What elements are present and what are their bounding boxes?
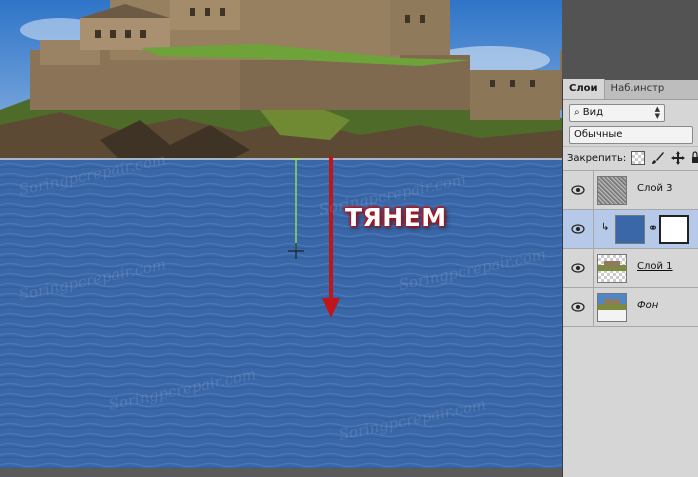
blend-mode-dropdown[interactable]: Обычные (569, 126, 693, 144)
layer-row-layer3[interactable]: Слой 3 (563, 170, 698, 210)
layers-panel: Слои Наб.инстр ⌕ Вид ▲ ▼ Обычные Закрепит… (562, 79, 698, 477)
layer-row-background[interactable]: Фон (563, 287, 698, 327)
layer-name[interactable]: Фон (637, 300, 658, 311)
mask-thumbnail[interactable] (659, 215, 689, 244)
clip-arrow-icon: ↳ (601, 222, 610, 233)
layer-filter-dropdown[interactable]: ⌕ Вид ▲ ▼ (569, 104, 665, 122)
updown-arrows-icon: ▲ ▼ (654, 105, 660, 120)
eye-icon[interactable] (571, 301, 585, 313)
layer-divider (593, 210, 594, 249)
panel-gutter (562, 0, 698, 80)
brush-icon[interactable] (651, 151, 665, 165)
layer-name[interactable]: Слой 3 (637, 183, 673, 194)
photoshop-window: Soringpcrepair.com Soringpcrepair.com So… (0, 0, 698, 477)
layers-empty-area (563, 326, 698, 438)
eye-icon[interactable] (571, 262, 585, 274)
canvas-image: Soringpcrepair.com Soringpcrepair.com So… (0, 0, 562, 468)
lock-label: Закрепить: (567, 153, 627, 164)
canvas-scrollbar-area (0, 468, 562, 477)
tab-layers[interactable]: Слои (563, 79, 605, 99)
document-canvas[interactable]: Soringpcrepair.com Soringpcrepair.com So… (0, 0, 562, 468)
layer-row-fill[interactable]: ↳ ⚭ (563, 209, 698, 249)
lock-row: Закрепить: (563, 146, 698, 170)
panel-tabs: Слои Наб.инстр (563, 79, 698, 100)
blend-mode-value: Обычные (574, 129, 623, 140)
layer-thumbnail (597, 176, 627, 205)
layer-divider (593, 288, 594, 327)
blend-row: Обычные (563, 124, 698, 146)
layer-row-layer1[interactable]: Слой 1 (563, 248, 698, 288)
layer-divider (593, 171, 594, 210)
filter-row: ⌕ Вид ▲ ▼ (563, 100, 698, 124)
layer-thumbnail (597, 293, 627, 322)
lock-icon[interactable] (691, 151, 698, 165)
tab-tool-presets[interactable]: Наб.инстр (605, 79, 671, 99)
layer-name[interactable]: Слой 1 (637, 261, 673, 272)
move-icon[interactable] (671, 151, 685, 165)
lock-transparent-icon[interactable] (631, 151, 645, 165)
annotation-label: ТЯНЕМ (345, 203, 447, 232)
layer-thumbnail (597, 254, 627, 283)
layer-divider (593, 249, 594, 288)
search-icon: ⌕ (574, 107, 580, 118)
filter-value: Вид (582, 107, 604, 118)
eye-icon[interactable] (571, 223, 585, 235)
chain-link-icon[interactable]: ⚭ (648, 221, 658, 235)
eye-icon[interactable] (571, 184, 585, 196)
fill-thumbnail[interactable] (615, 215, 645, 244)
